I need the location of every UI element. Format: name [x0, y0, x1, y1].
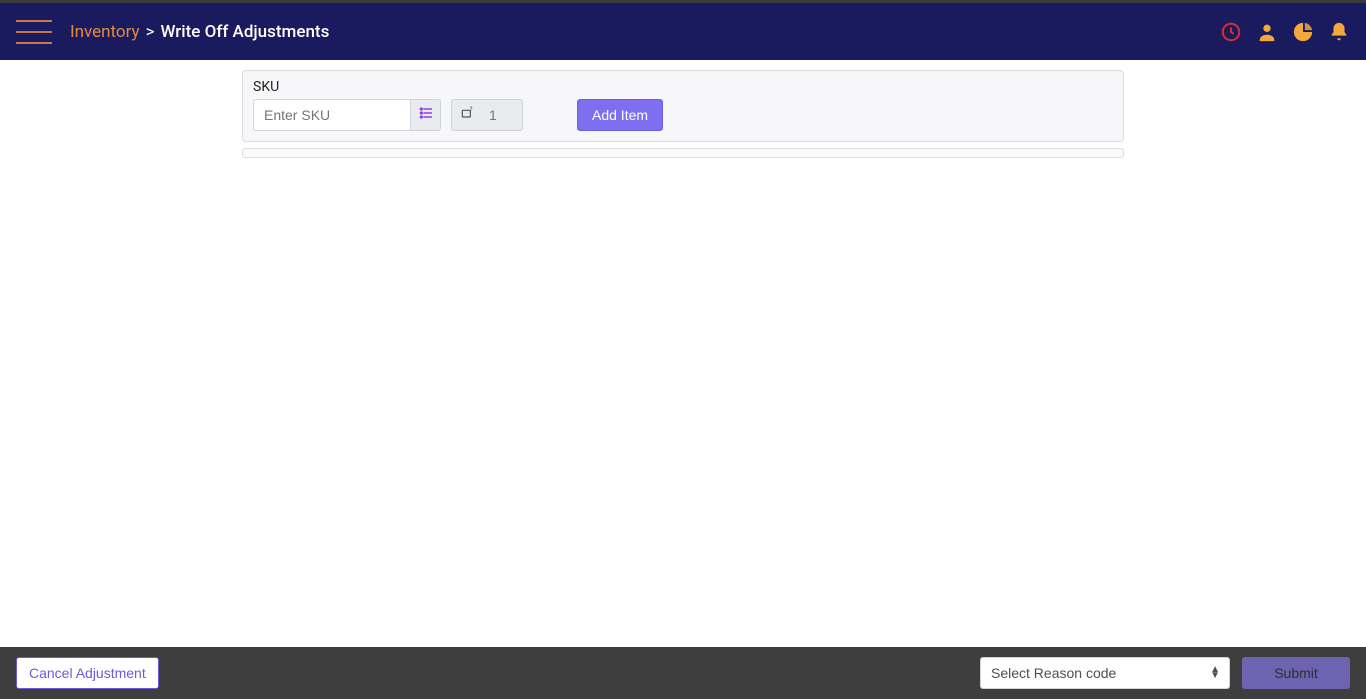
submit-button[interactable]: Submit	[1242, 657, 1350, 689]
quantity-input[interactable]	[481, 99, 523, 131]
app-header: Inventory > Write Off Adjustments	[0, 0, 1366, 60]
sku-entry-card: SKU ? Add Item	[242, 70, 1124, 142]
breadcrumb-root[interactable]: Inventory	[70, 22, 140, 42]
breadcrumb: Inventory > Write Off Adjustments	[70, 22, 329, 42]
breadcrumb-separator: >	[146, 22, 155, 42]
cancel-adjustment-button[interactable]: Cancel Adjustment	[16, 657, 159, 689]
app-footer: Cancel Adjustment Select Reason code ▲▼ …	[0, 647, 1366, 699]
breadcrumb-current: Write Off Adjustments	[160, 22, 329, 42]
reason-select-wrap: Select Reason code ▲▼	[980, 657, 1230, 689]
reason-code-select[interactable]: Select Reason code	[980, 657, 1230, 689]
main-content: SKU ? Add Item	[0, 60, 1366, 647]
user-icon[interactable]	[1256, 21, 1278, 43]
sku-input[interactable]	[253, 99, 411, 131]
package-icon: ?	[459, 105, 475, 125]
sku-label: SKU	[253, 79, 1113, 95]
list-icon	[418, 105, 434, 125]
quantity-addon[interactable]: ?	[451, 99, 481, 131]
footer-right-group: Select Reason code ▲▼ Submit	[980, 657, 1350, 689]
quantity-input-group: ?	[451, 99, 523, 131]
svg-text:?: ?	[469, 106, 472, 113]
sku-input-row: ? Add Item	[253, 99, 1113, 131]
sku-input-group	[253, 99, 441, 131]
pie-chart-icon[interactable]	[1292, 21, 1314, 43]
bell-icon[interactable]	[1328, 21, 1350, 43]
add-item-button[interactable]: Add Item	[577, 99, 663, 131]
sku-list-button[interactable]	[411, 99, 441, 131]
clock-icon[interactable]	[1220, 21, 1242, 43]
items-table-placeholder	[242, 148, 1124, 158]
menu-toggle-button[interactable]	[16, 20, 52, 44]
header-icon-group	[1220, 21, 1350, 43]
